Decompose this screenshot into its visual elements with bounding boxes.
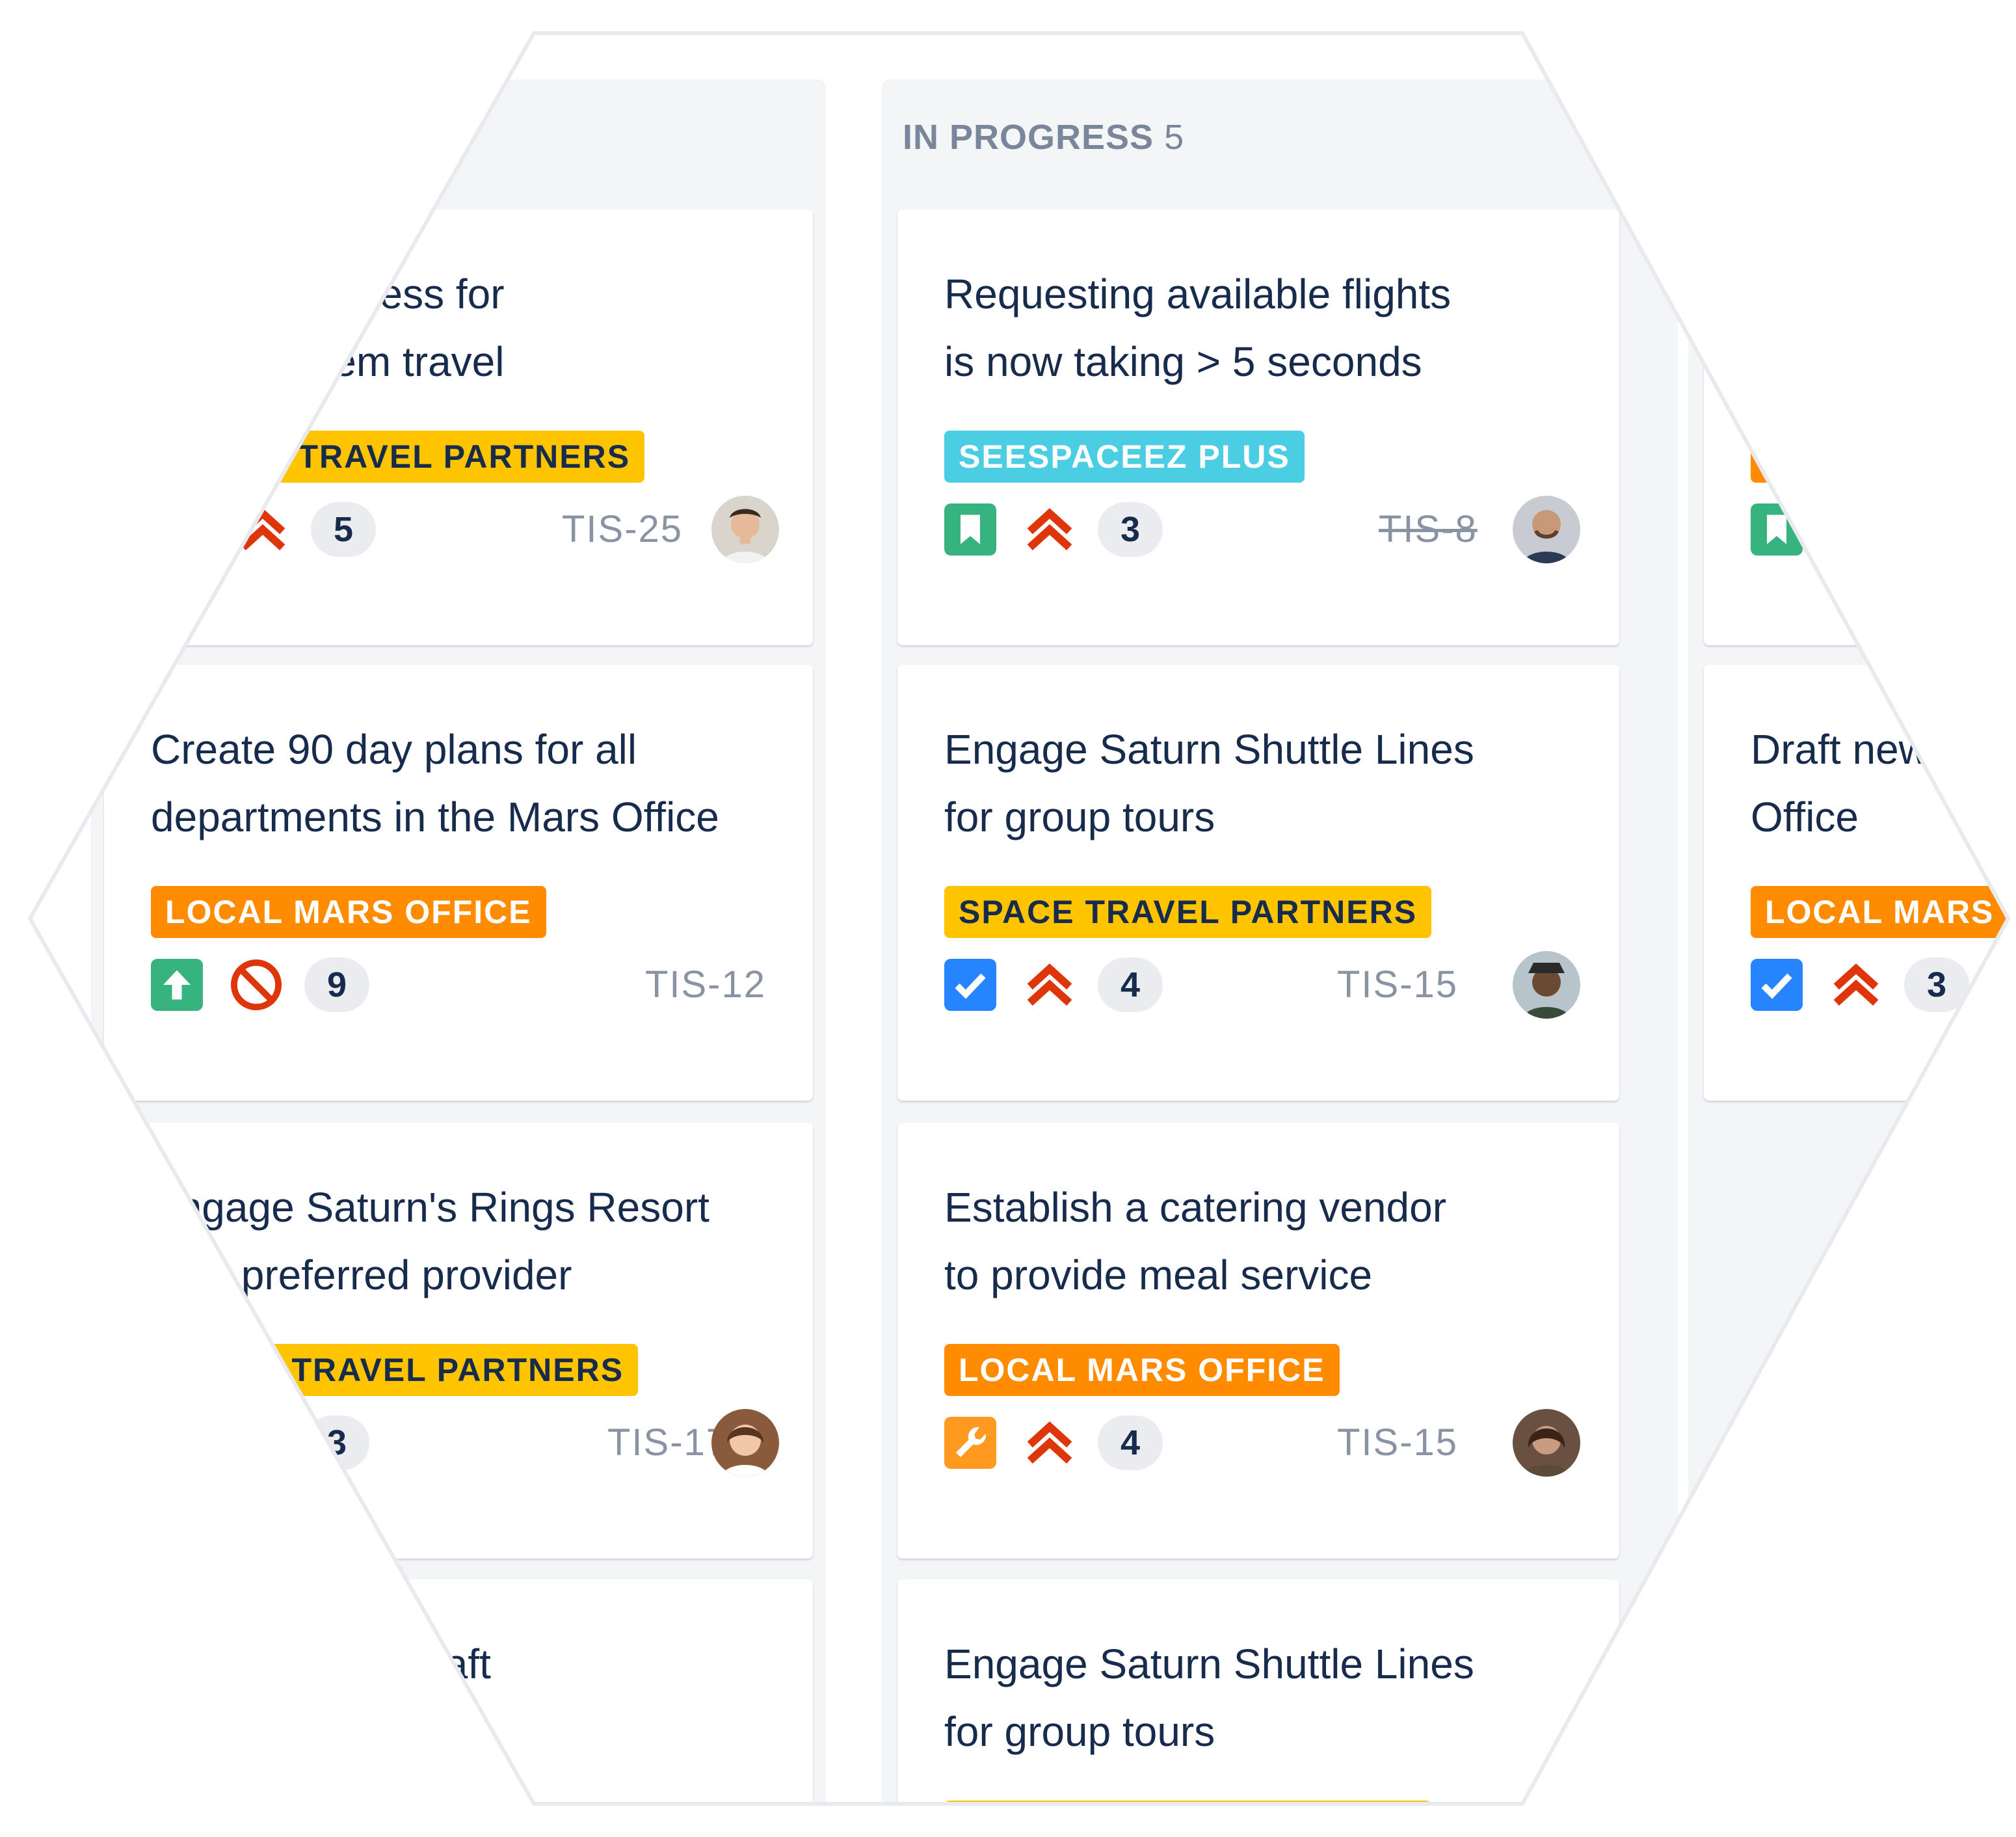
column-right: LOCAL MARS OFFICE Draft new Office LOCAL…	[1688, 79, 2008, 1804]
summary-line: Draft new	[1751, 726, 1929, 773]
column-title: IN PROGRESS 5	[903, 117, 1184, 157]
column-left: Jupiter Express for solar system travel …	[91, 79, 826, 1804]
epic-label[interactable]: SPACE TRAVEL PARTNERS	[151, 1344, 639, 1396]
epic-label[interactable]: SPACE TRAVEL PARTNERS	[157, 431, 645, 483]
story-points-badge: 3	[1904, 958, 1969, 1012]
story-points-badge: 3	[304, 1415, 369, 1470]
issue-key[interactable]: TIS-8	[1379, 502, 1478, 557]
priority-highest-icon	[1027, 963, 1072, 1006]
card-summary: Draft new Office	[1751, 716, 2008, 851]
story-points-badge: 5	[311, 502, 376, 557]
epic-label[interactable]: LOCAL MARS OFFICE	[1751, 431, 2008, 483]
story-icon	[944, 503, 996, 556]
summary-line: Create 90 day plans for all	[151, 726, 637, 773]
priority-highest-icon	[233, 1421, 279, 1464]
card-footer: 4 TIS-15	[944, 951, 1580, 1019]
priority-highest-icon	[1027, 1421, 1072, 1464]
column-in-progress: IN PROGRESS 5 Requesting available fligh…	[882, 79, 1678, 1804]
priority-highest-icon	[240, 508, 285, 550]
story-points-badge: 4	[1098, 958, 1163, 1012]
summary-line: Establish a catering vendor	[944, 1184, 1446, 1231]
summary-line: Fleet Board	[151, 1708, 366, 1755]
issue-card[interactable]: Ready SpaceCraft Fleet Board	[104, 1579, 813, 1804]
card-summary: Requesting available flights is now taki…	[944, 260, 1593, 396]
assignee-avatar[interactable]	[1513, 951, 1580, 1019]
hexagon-mask: Jupiter Express for solar system travel …	[30, 33, 2008, 1804]
card-footer: 9 TIS-12	[151, 951, 766, 1016]
issue-key[interactable]: TIS-25	[562, 502, 683, 557]
column-title-label: IN PROGRESS	[903, 118, 1154, 157]
column-issue-count: 5	[1164, 118, 1185, 157]
epic-label[interactable]: SPACE TRAVEL PARTNERS	[944, 886, 1432, 938]
card-summary: Engage Saturn Shuttle Lines for group to…	[944, 1630, 1593, 1765]
issue-card[interactable]: Engage Saturn Shuttle Lines for group to…	[897, 1579, 1619, 1804]
summary-line: Requesting available flights	[944, 271, 1452, 317]
summary-line: is now taking > 5 seconds	[944, 338, 1422, 385]
card-summary: Engage Saturn's Rings Resort as a prefer…	[151, 1173, 787, 1309]
blocker-icon	[230, 959, 282, 1011]
card-footer: 3	[1751, 951, 2008, 1016]
card-summary: Create 90 day plans for all departments …	[151, 716, 787, 851]
issue-card[interactable]: Engage Saturn's Rings Resort as a prefer…	[104, 1123, 813, 1559]
assignee-avatar[interactable]	[1513, 1409, 1580, 1477]
issue-key[interactable]: TIS-15	[1337, 1415, 1458, 1470]
epic-label[interactable]: LOCAL MARS OFFICE	[151, 886, 546, 938]
card-footer	[1751, 496, 2008, 561]
story-icon	[1751, 503, 1803, 556]
assignee-avatar[interactable]	[711, 496, 779, 563]
assignee-avatar[interactable]	[1513, 496, 1580, 563]
summary-line: Engage Saturn Shuttle Lines	[944, 1641, 1474, 1687]
priority-highest-icon	[1027, 508, 1072, 550]
issue-key[interactable]: TIS-15	[1337, 958, 1458, 1012]
task-icon	[944, 959, 996, 1011]
epic-label[interactable]: SEESPACEEZ PLUS	[944, 431, 1305, 483]
card-summary: Establish a catering vendor to provide m…	[944, 1173, 1593, 1309]
assignee-avatar[interactable]	[711, 1409, 779, 1477]
card-summary: Jupiter Express for solar system travel	[157, 260, 787, 396]
story-points-badge: 9	[304, 958, 369, 1012]
card-footer: 3 TIS-17	[151, 1409, 779, 1477]
card-footer: 3 TIS-8	[944, 496, 1580, 563]
card-summary: Ready SpaceCraft Fleet Board	[151, 1630, 787, 1765]
summary-line: for group tours	[944, 1708, 1215, 1755]
summary-line: Office	[1751, 794, 1859, 840]
improvement-icon	[151, 959, 203, 1011]
summary-line: solar system travel	[157, 338, 505, 385]
story-points-badge: 3	[1098, 502, 1163, 557]
issue-card[interactable]: Create 90 day plans for all departments …	[104, 665, 813, 1101]
summary-line: Ready SpaceCraft	[151, 1641, 491, 1687]
card-summary: Engage Saturn Shuttle Lines for group to…	[944, 716, 1593, 851]
issue-card[interactable]: Jupiter Express for solar system travel …	[104, 209, 813, 645]
summary-line: Engage Saturn Shuttle Lines	[944, 726, 1474, 773]
summary-line: Jupiter Express for	[157, 271, 505, 317]
summary-line: departments in the Mars Office	[151, 794, 719, 840]
hexagon-screenshot: Jupiter Express for solar system travel …	[0, 0, 2016, 1837]
issue-key[interactable]: TIS-12	[645, 958, 766, 1012]
task-icon	[1751, 959, 1803, 1011]
summary-line: Engage Saturn's Rings Resort	[151, 1184, 710, 1231]
summary-line: as a preferred provider	[151, 1252, 572, 1298]
issue-card[interactable]: Establish a catering vendor to provide m…	[897, 1123, 1619, 1559]
task-icon	[157, 503, 209, 556]
card-footer: 4 TIS-15	[944, 1409, 1580, 1477]
summary-line: to provide meal service	[944, 1252, 1373, 1298]
summary-line: for group tours	[944, 794, 1215, 840]
issue-key[interactable]: TIS-17	[607, 1415, 728, 1470]
issue-card[interactable]: LOCAL MARS OFFICE	[1704, 209, 2008, 645]
issue-card[interactable]: Draft new Office LOCAL MARS 3	[1704, 665, 2008, 1101]
issue-card[interactable]: Requesting available flights is now taki…	[897, 209, 1619, 645]
kanban-board: Jupiter Express for solar system travel …	[31, 33, 2008, 1804]
card-footer: 5 TIS-25	[157, 496, 779, 563]
priority-highest-icon	[1833, 508, 1879, 550]
epic-label[interactable]: SPACE TRAVEL PARTNERS	[944, 1801, 1432, 1804]
issue-card[interactable]: Engage Saturn Shuttle Lines for group to…	[897, 665, 1619, 1101]
epic-label[interactable]: LOCAL MARS OFFICE	[944, 1344, 1340, 1396]
subtask-wrench-icon	[944, 1417, 996, 1469]
story-icon	[151, 1417, 203, 1469]
priority-highest-icon	[1833, 963, 1879, 1006]
epic-label[interactable]: LOCAL MARS	[1751, 886, 2008, 938]
story-points-badge: 4	[1098, 1415, 1163, 1470]
